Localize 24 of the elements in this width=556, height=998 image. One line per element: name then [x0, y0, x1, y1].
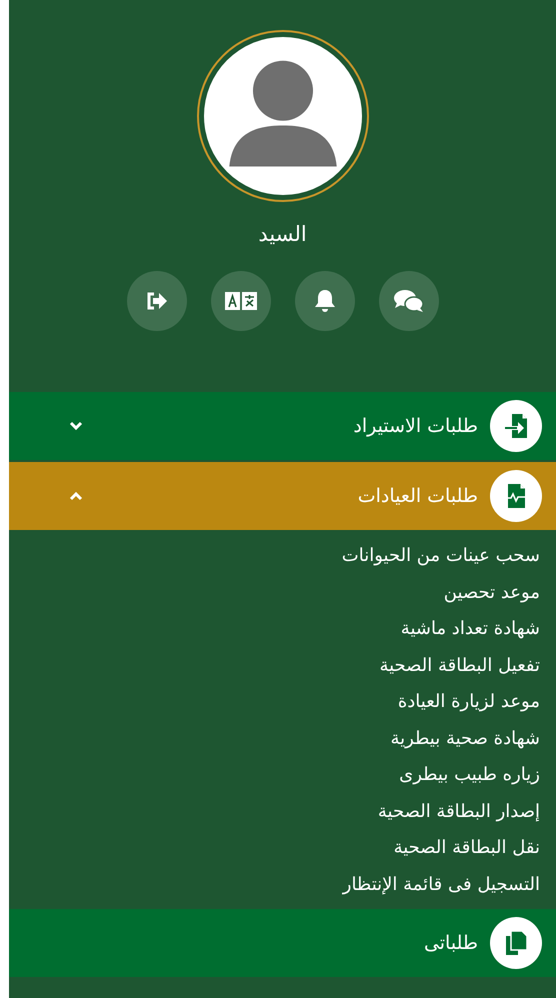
submenu-link[interactable]: التسجيل فى قائمة الإنتظار	[9, 866, 540, 903]
logout-icon	[146, 291, 168, 312]
chevron-up-icon	[69, 491, 83, 501]
submenu-link[interactable]: زياره طبيب بيطرى	[9, 757, 540, 794]
submenu-link[interactable]: شهادة صحية بيطرية	[9, 720, 540, 757]
bell-icon	[314, 289, 334, 314]
document-icon	[504, 930, 528, 956]
chat-bubbles-icon	[394, 289, 424, 314]
submenu-link[interactable]: موعد لزيارة العيادة	[9, 684, 540, 720]
submenu-link[interactable]: موعد تحصين	[9, 574, 540, 611]
user-name: السيد	[258, 222, 307, 248]
menu-item[interactable]: طلبات الاستيراد	[9, 392, 556, 460]
menu-item[interactable]: طلباتى	[9, 909, 556, 977]
submenu-link[interactable]: سحب عينات من الحيوانات	[9, 538, 540, 574]
submenu-link[interactable]: نقل البطاقة الصحية	[9, 830, 540, 866]
submenu-link[interactable]: إصدار البطاقة الصحية	[9, 794, 540, 830]
translate-icon	[224, 292, 256, 310]
submenu-link[interactable]: شهادة تعداد ماشية	[9, 611, 540, 648]
menu-label: طلباتى	[424, 930, 478, 956]
menu-label: طلبات العيادات	[358, 484, 478, 509]
document-icon	[504, 413, 528, 439]
menu-label: طلبات الاستيراد	[353, 414, 478, 439]
submenu-link[interactable]: تفعيل البطاقة الصحية	[9, 648, 540, 684]
chevron-down-icon	[69, 421, 83, 431]
